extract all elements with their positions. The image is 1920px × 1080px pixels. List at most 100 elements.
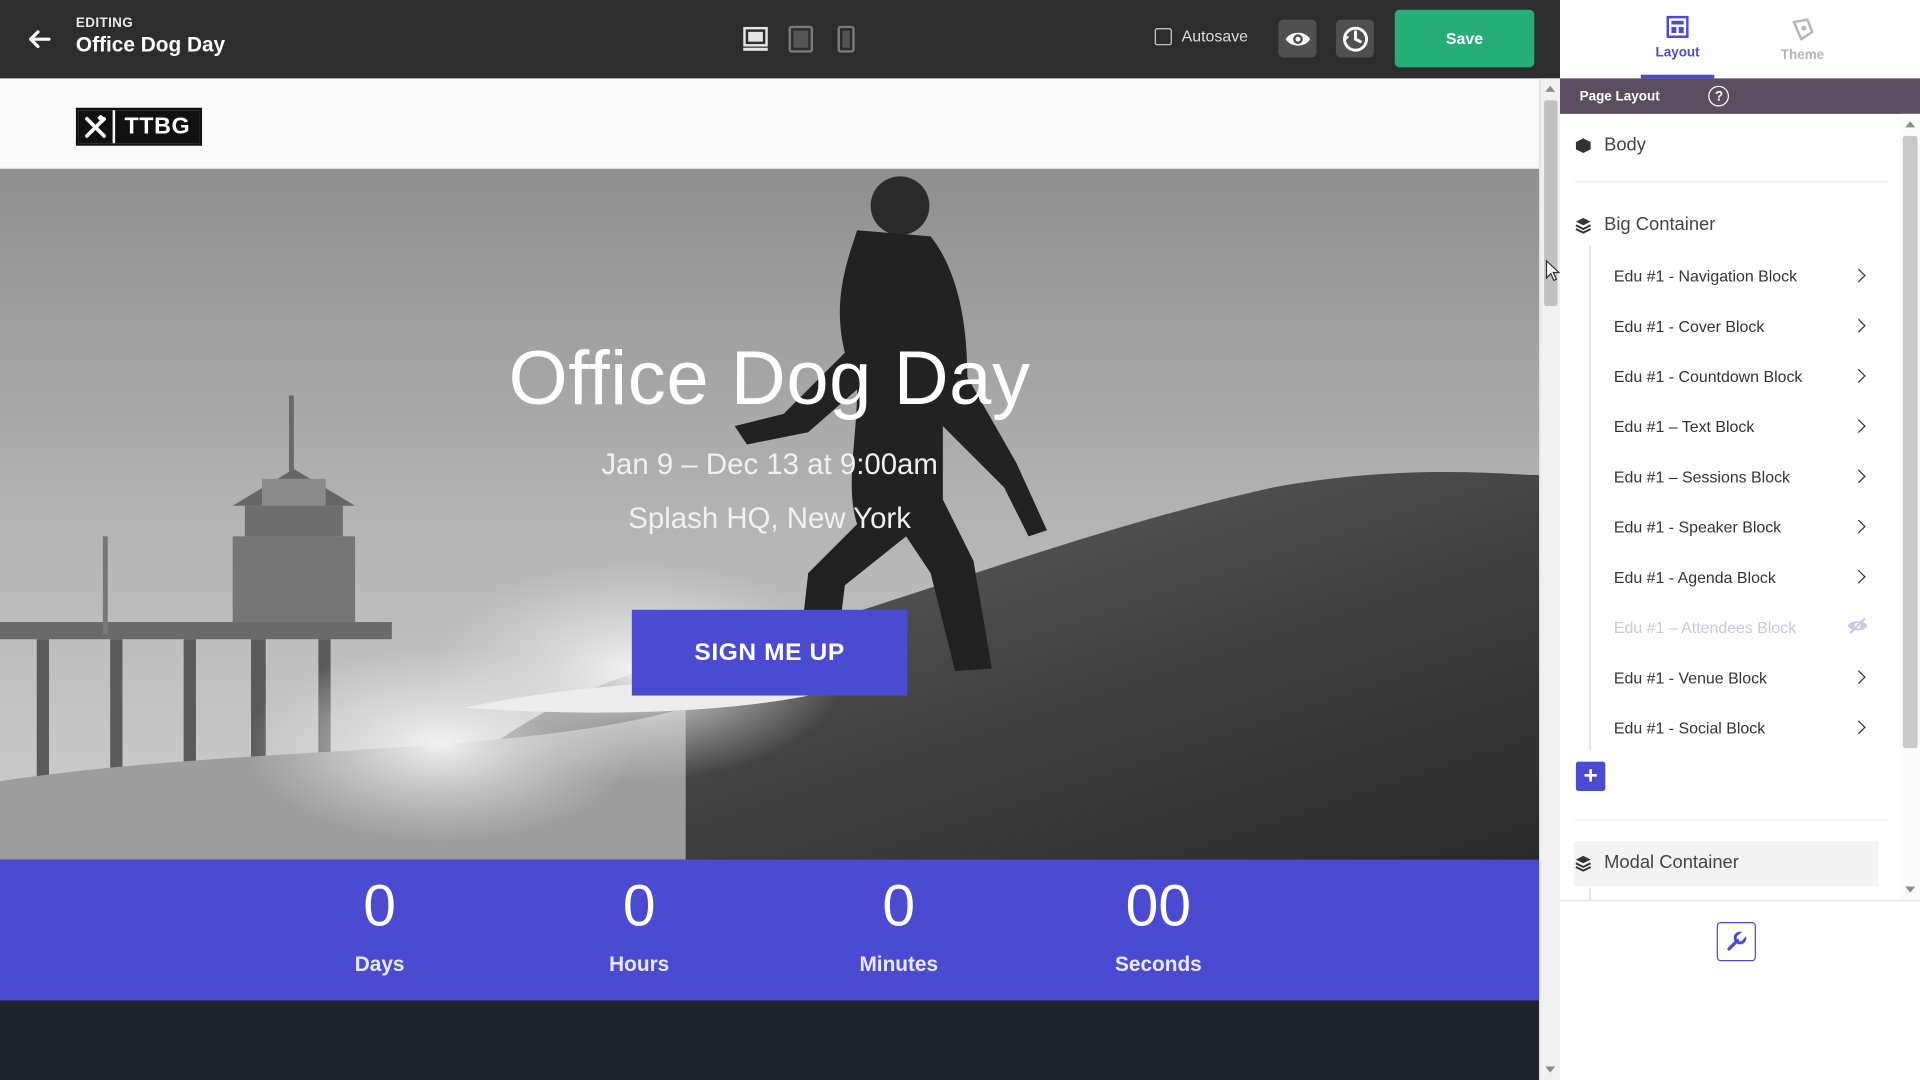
cover-venue: Splash HQ, New York (628, 502, 911, 536)
canvas-scrollbar[interactable] (1539, 78, 1561, 1080)
autosave-toggle[interactable]: Autosave (1154, 26, 1249, 46)
tree-section-label: Body (1604, 134, 1646, 156)
countdown-days: 0 Days (282, 872, 478, 977)
autosave-checkbox[interactable] (1154, 27, 1172, 45)
wrench-icon (1727, 930, 1748, 951)
logo-text: TTBG (112, 110, 200, 144)
tablet-view-icon[interactable] (787, 24, 814, 53)
help-icon[interactable]: ? (1708, 85, 1730, 107)
tree-guide-line (1589, 246, 1591, 751)
panel-scrollbar[interactable] (1900, 113, 1920, 901)
tree-item-label: Edu #1 - Speaker Block (1613, 517, 1782, 536)
back-arrow-icon[interactable] (22, 22, 56, 56)
tree-item-social-block[interactable]: Edu #1 - Social Block (1614, 713, 1869, 742)
save-button[interactable]: Save (1394, 9, 1535, 68)
countdown-label: Seconds (1114, 952, 1202, 976)
scroll-up-arrow-icon[interactable] (1545, 85, 1556, 92)
countdown-value: 00 (1125, 874, 1192, 940)
sign-up-button[interactable]: SIGN ME UP (631, 609, 908, 696)
panel-header-title: Page Layout (1579, 88, 1660, 104)
tree-item-text-block[interactable]: Edu #1 – Text Block (1614, 411, 1869, 440)
tree-item-label: Edu #1 - Cover Block (1613, 316, 1765, 335)
chevron-right-icon[interactable] (1851, 569, 1866, 584)
tree-item-attendees-block[interactable]: Edu #1 – Attendees Block (1614, 612, 1869, 641)
tree-item-label: Edu #1 – Text Block (1613, 416, 1755, 436)
chevron-right-icon[interactable] (1851, 720, 1866, 735)
editing-label: EDITING (75, 15, 134, 31)
tree-item-label: Edu #1 - Venue Block (1613, 667, 1767, 687)
tree-item-speaker-block[interactable]: Edu #1 - Speaker Block (1614, 512, 1869, 541)
cover-block: Office Dog Day Jan 9 – Dec 13 at 9:00am … (0, 168, 1540, 860)
tree-section-label: Modal Container (1604, 852, 1739, 874)
tree-section-body[interactable]: Body (1575, 135, 1879, 156)
scroll-down-arrow-icon[interactable] (1905, 886, 1916, 893)
layers-icon (1575, 854, 1592, 872)
panel-tabs: Layout Theme (1560, 0, 1920, 79)
editor-topbar: EDITING Office Dog Day Autosave Save (0, 0, 1561, 79)
site-navigation: TTBG (0, 78, 1540, 169)
countdown-label: Days (354, 952, 405, 976)
tree-item-agenda-block[interactable]: Edu #1 - Agenda Block (1614, 562, 1869, 591)
tab-label: Layout (1655, 45, 1700, 61)
eye-slash-icon[interactable] (1847, 616, 1869, 638)
panel-footer (1560, 900, 1920, 1080)
layout-panel: Layout Theme Page Layout ? Body Big Cont… (1560, 0, 1920, 1080)
page-canvas: TTBG Office Dog Day Jan 9 – Dec 13 at 9:… (0, 78, 1540, 1080)
tree-item-cover-block[interactable]: Edu #1 - Cover Block (1614, 311, 1869, 340)
tab-layout[interactable]: Layout (1640, 0, 1715, 79)
page-title: Office Dog Day (75, 33, 226, 57)
settings-button[interactable] (1716, 922, 1756, 962)
tree-item-navigation-block[interactable]: Edu #1 - Navigation Block (1614, 261, 1869, 290)
chevron-right-icon[interactable] (1851, 519, 1866, 534)
countdown-label: Hours (609, 952, 670, 976)
chevron-right-icon[interactable] (1851, 419, 1866, 434)
countdown-block: 0 Days 0 Hours 0 Minutes 00 Seconds (0, 859, 1540, 1001)
scroll-up-arrow-icon[interactable] (1905, 121, 1916, 128)
panel-header: Page Layout ? (1560, 78, 1920, 114)
tree-item-sessions-block[interactable]: Edu #1 – Sessions Block (1614, 462, 1869, 491)
countdown-value: 0 (363, 874, 396, 940)
tree-item-countdown-block[interactable]: Edu #1 - Countdown Block (1614, 361, 1869, 390)
add-block-button[interactable]: + (1575, 761, 1606, 792)
tree-item-label: Edu #1 - Social Block (1613, 718, 1766, 737)
preview-button[interactable] (1278, 19, 1317, 58)
tree-item-label: Edu #1 – Sessions Block (1613, 467, 1790, 486)
countdown-minutes: 0 Minutes (801, 872, 997, 977)
tools-icon (78, 110, 113, 144)
cube-icon (1575, 137, 1592, 154)
tree-item-label: Edu #1 - Countdown Block (1613, 366, 1803, 386)
tree-item-label: Edu #1 – Attendees Block (1613, 617, 1797, 637)
mouse-pointer-icon (1545, 259, 1561, 282)
layers-icon (1575, 216, 1592, 234)
tree-divider (1574, 819, 1889, 821)
tree-divider (1574, 181, 1889, 183)
chevron-right-icon[interactable] (1851, 318, 1866, 333)
tab-label: Theme (1780, 47, 1825, 62)
autosave-label: Autosave (1181, 26, 1249, 46)
countdown-seconds: 00 Seconds (1060, 872, 1256, 977)
tree-guide-line (1589, 887, 1591, 901)
history-button[interactable] (1335, 19, 1374, 58)
tree-section-label: Big Container (1604, 214, 1716, 236)
tree-section-big-container[interactable]: Big Container (1575, 214, 1879, 235)
mobile-view-icon[interactable] (836, 24, 856, 53)
tree-item-venue-block[interactable]: Edu #1 - Venue Block (1614, 662, 1869, 691)
desktop-view-icon[interactable] (741, 24, 770, 53)
cover-title: Office Dog Day (508, 336, 1031, 422)
chevron-right-icon[interactable] (1851, 469, 1866, 484)
tree-section-modal-container[interactable]: Modal Container (1575, 852, 1879, 873)
chevron-right-icon[interactable] (1851, 268, 1866, 283)
scrollbar-thumb[interactable] (1902, 135, 1918, 749)
chevron-right-icon[interactable] (1851, 670, 1866, 685)
eye-icon (1285, 32, 1310, 46)
site-logo[interactable]: TTBG (75, 107, 203, 146)
tree-item-label: Edu #1 - Navigation Block (1613, 266, 1798, 285)
chevron-right-icon[interactable] (1851, 368, 1866, 383)
layout-tree: Body Big Container Edu #1 - Navigation B… (1560, 114, 1900, 901)
countdown-hours: 0 Hours (541, 872, 737, 977)
layout-icon (1666, 15, 1689, 38)
countdown-value: 0 (622, 874, 656, 940)
tab-theme[interactable]: Theme (1766, 0, 1839, 78)
cover-date: Jan 9 – Dec 13 at 9:00am (601, 448, 938, 482)
scroll-down-arrow-icon[interactable] (1545, 1066, 1556, 1073)
